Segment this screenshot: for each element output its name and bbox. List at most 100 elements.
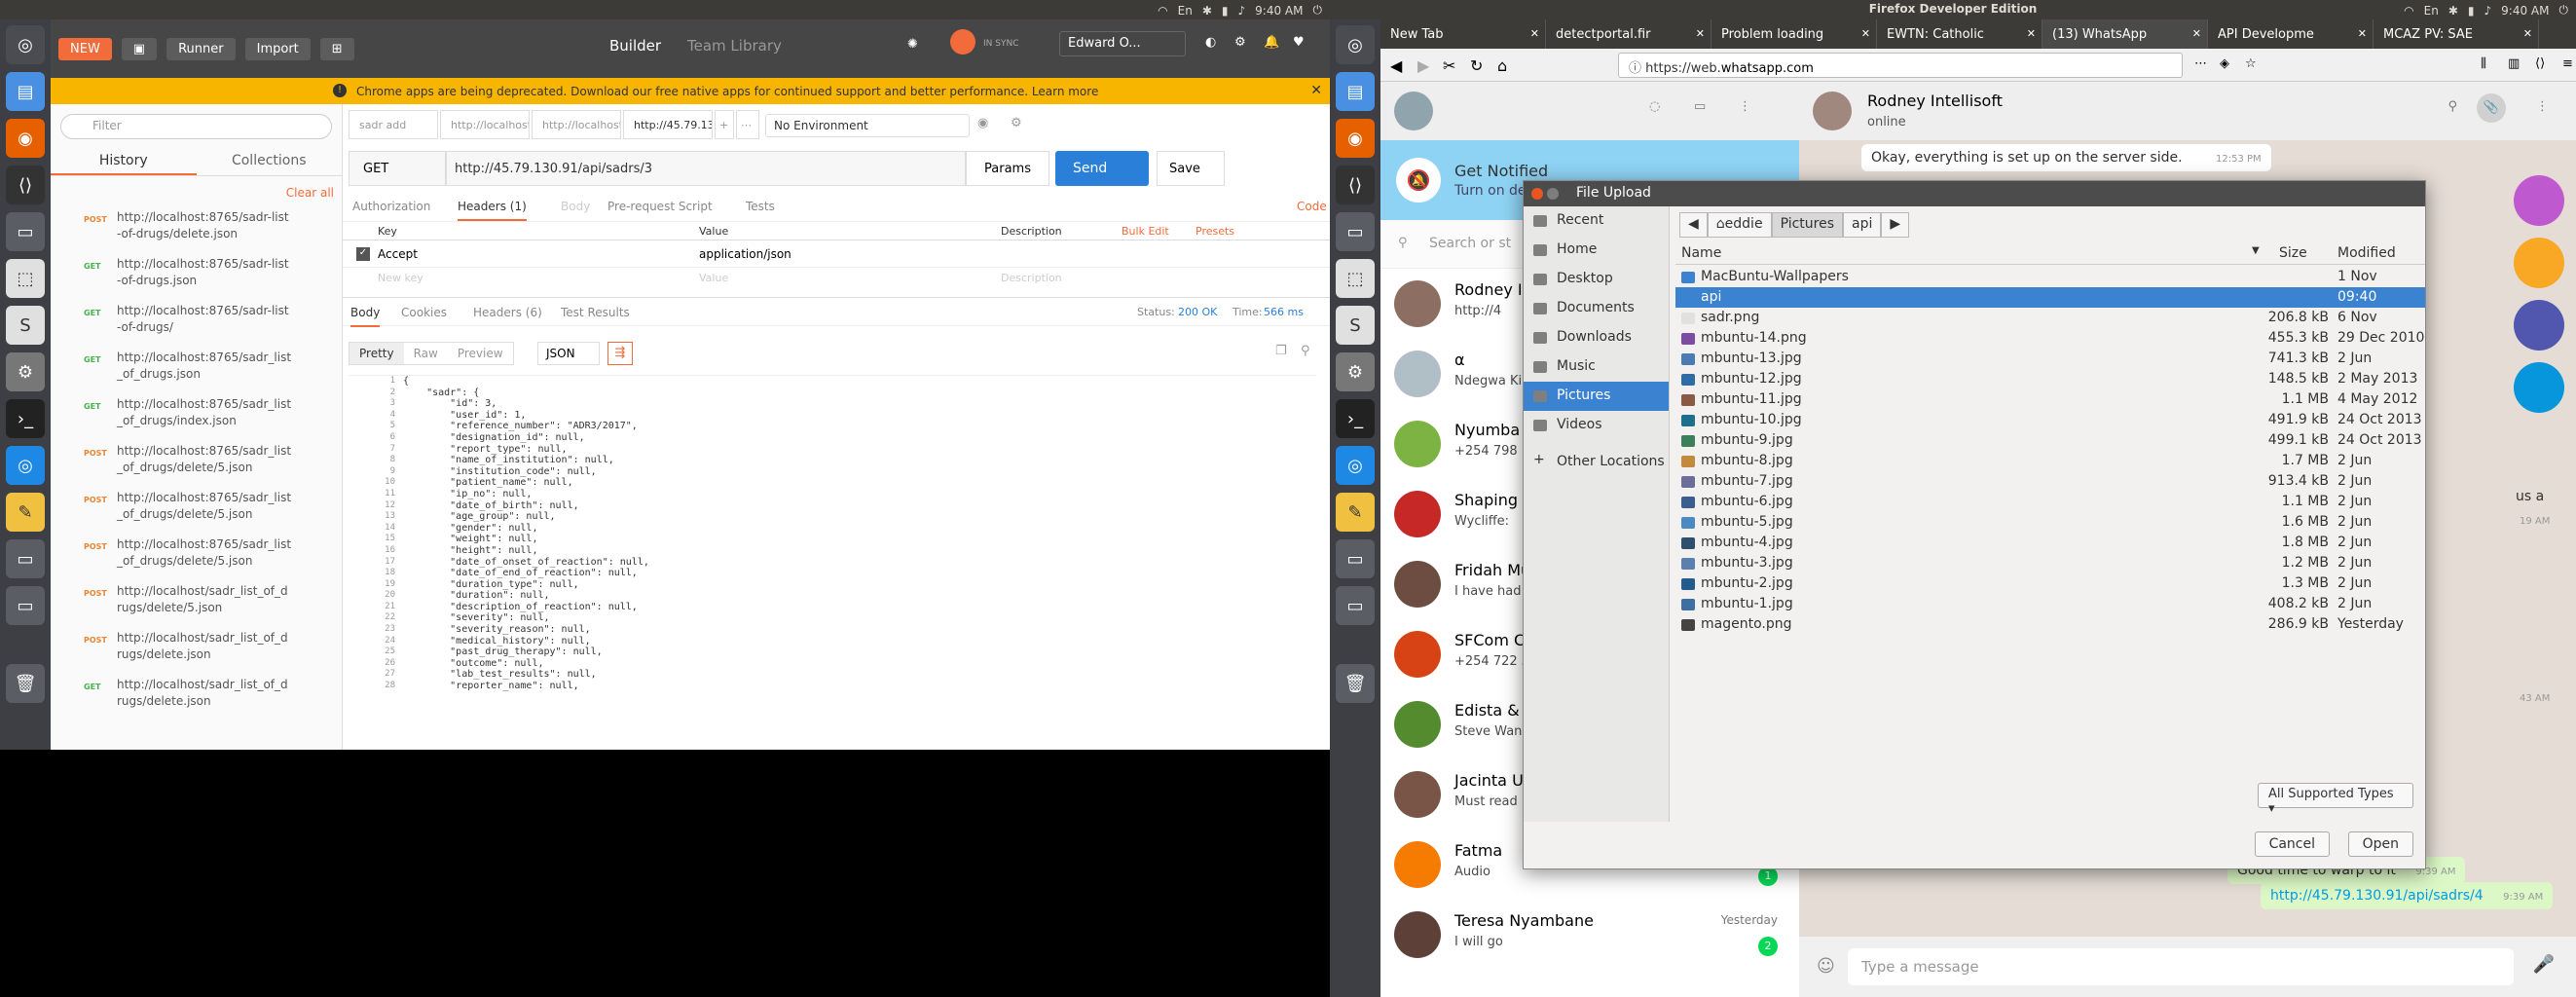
file-row[interactable]: mbuntu-13.jpg 741.3 kB 2 Jun — [1675, 349, 2425, 369]
page-actions-icon[interactable]: ⋯ — [2194, 56, 2207, 71]
drive-icon-2[interactable]: ▭ — [6, 539, 45, 578]
tools-icon[interactable]: ✂ — [1443, 56, 1455, 75]
power-icon[interactable]: ⏻ — [1313, 3, 1323, 18]
breadcrumb-forward-icon[interactable]: ▶ — [1881, 212, 1910, 238]
import-button[interactable]: Import — [244, 37, 311, 60]
browser-tab[interactable]: EWTN: Catholic ✕ — [1877, 19, 2042, 49]
message-input[interactable]: Type a message — [1848, 948, 2514, 985]
browser-tab[interactable]: MCAZ PV: SAE ✕ — [2374, 19, 2539, 49]
breadcrumb-pictures[interactable]: Pictures — [1771, 212, 1844, 238]
place-item[interactable]: Desktop — [1524, 265, 1669, 294]
menu-icon[interactable]: ⋮ — [1739, 99, 1751, 114]
file-row[interactable]: mbuntu-2.jpg 1.3 MB 2 Jun — [1675, 573, 2425, 594]
new-description-input[interactable]: Description — [1001, 272, 1062, 284]
contact-icon[interactable] — [2514, 362, 2564, 413]
history-item[interactable]: POST http://localhost/sadr_list_of_drugs/… — [51, 626, 342, 673]
close-icon[interactable]: ✕ — [2192, 27, 2201, 40]
files-icon[interactable]: ▤ — [6, 72, 45, 111]
new-chat-icon[interactable]: ▭ — [1694, 99, 1706, 114]
params-button[interactable]: Params — [966, 151, 1049, 186]
gallery-icon[interactable] — [2514, 175, 2564, 226]
address-bar[interactable]: ⓘ https://web.whatsapp.com — [1618, 53, 2183, 78]
notes-icon[interactable]: ✎ — [1336, 493, 1375, 532]
notif-link[interactable]: Turn on des — [1454, 183, 1533, 199]
bookmark-icon[interactable]: ☆ — [2245, 56, 2257, 71]
firefox-icon[interactable]: ◉ — [6, 119, 45, 158]
files-icon[interactable]: ▤ — [1336, 72, 1375, 111]
attach-icon[interactable]: 📎 — [2477, 93, 2506, 123]
send-button[interactable]: Send — [1055, 151, 1149, 186]
bluetooth-icon[interactable]: ✱ — [2448, 4, 2458, 18]
pretty-button[interactable]: Pretty — [350, 343, 404, 364]
sync-icon[interactable] — [950, 29, 975, 55]
settings-icon[interactable]: ⚙ — [1234, 35, 1246, 50]
filter-input[interactable]: Filter — [60, 114, 332, 139]
home-icon[interactable]: ⌂ — [1497, 56, 1507, 75]
request-tab[interactable]: http://localhost:8765/ — [532, 110, 621, 139]
place-item[interactable]: Recent — [1524, 206, 1669, 236]
file-row[interactable]: mbuntu-12.jpg 148.5 kB 2 May 2013 — [1675, 369, 2425, 389]
breadcrumb-back-icon[interactable]: ◀ — [1679, 212, 1708, 238]
close-icon[interactable]: ✕ — [1861, 27, 1870, 40]
file-row[interactable]: MacBuntu-Wallpapers 1 Nov — [1675, 267, 2425, 287]
drive-icon[interactable]: ▭ — [6, 212, 45, 251]
chrome-icon[interactable]: ◎ — [1336, 446, 1375, 485]
code-editor-icon[interactable]: ⟨⟩ — [6, 166, 45, 204]
raw-button[interactable]: Raw — [404, 343, 448, 364]
tab-authorization[interactable]: Authorization — [352, 200, 430, 213]
url-input[interactable]: http://45.79.130.91/api/sadrs/3 — [446, 151, 966, 186]
file-type-filter[interactable]: All Supported Types ▾ — [2258, 783, 2413, 816]
browser-tab[interactable]: Problem loading ✕ — [1711, 19, 1877, 49]
preview-button[interactable]: Preview — [448, 343, 513, 364]
tab-history[interactable]: History — [51, 149, 197, 175]
breadcrumb-api[interactable]: api — [1843, 212, 1882, 238]
method-select[interactable]: GET — [349, 151, 446, 186]
history-item[interactable]: GET http://localhost:8765/sadr_list_of_dr… — [51, 346, 342, 392]
terminal-icon[interactable]: ›_ — [1336, 399, 1375, 438]
col-size[interactable]: Size — [2279, 245, 2307, 261]
satellite-icon[interactable]: ✺ — [907, 37, 918, 52]
wrap-icon[interactable]: ⇶ — [607, 342, 633, 365]
pocket-icon[interactable]: ◈ — [2220, 56, 2229, 71]
eye-icon[interactable]: ◉ — [977, 116, 988, 130]
tab-body[interactable]: Body — [561, 200, 590, 213]
bluetooth-icon[interactable]: ✱ — [1202, 4, 1212, 18]
header-key[interactable]: Accept — [378, 247, 418, 261]
settings-icon[interactable]: ⚙ — [1336, 352, 1375, 391]
settings-icon[interactable]: ⚙ — [6, 352, 45, 391]
trash-icon[interactable]: 🗑 — [6, 664, 45, 703]
battery-icon[interactable]: ▮ — [1222, 4, 1229, 18]
file-row[interactable]: mbuntu-6.jpg 1.1 MB 2 Jun — [1675, 492, 2425, 512]
wifi-icon[interactable]: ◠ — [2404, 4, 2413, 18]
history-item[interactable]: POST http://localhost:8765/sadr_list_of_d… — [51, 533, 342, 579]
interceptor-icon[interactable]: ◐ — [1205, 35, 1216, 50]
place-item[interactable]: Videos — [1524, 411, 1669, 440]
save-button[interactable]: Save — [1157, 151, 1225, 186]
builder-tab[interactable]: Builder — [609, 37, 661, 55]
header-value[interactable]: application/json — [699, 247, 791, 261]
history-item[interactable]: GET http://localhost:8765/sadr-list-of-dr… — [51, 252, 342, 299]
col-modified[interactable]: Modified — [2337, 245, 2396, 261]
browser-tab[interactable]: detectportal.fir ✕ — [1546, 19, 1711, 49]
resp-tab-cookies[interactable]: Cookies — [401, 306, 447, 319]
heart-icon[interactable]: ♥ — [1293, 35, 1305, 50]
close-icon[interactable]: ✕ — [2358, 27, 2367, 40]
tab-collections[interactable]: Collections — [197, 149, 343, 175]
library-icon[interactable]: ⫼ — [2481, 56, 2486, 71]
chrome-icon[interactable]: ◎ — [6, 446, 45, 485]
clock[interactable]: 9:40 AM — [2501, 4, 2549, 18]
emoji-icon[interactable]: ☺ — [1817, 956, 1835, 977]
drive-icon-3[interactable]: ▭ — [1336, 586, 1375, 625]
add-tab-icon[interactable]: + — [715, 110, 734, 139]
new-button[interactable]: NEW — [58, 37, 112, 60]
store-icon[interactable]: ⬚ — [6, 259, 45, 298]
drive-icon-3[interactable]: ▭ — [6, 586, 45, 625]
place-item[interactable]: Downloads — [1524, 323, 1669, 352]
power-icon[interactable]: ⏻ — [2559, 3, 2569, 18]
document-icon[interactable] — [2514, 300, 2564, 351]
firefox-icon[interactable]: ◉ — [1336, 119, 1375, 158]
request-tab-active[interactable]: http://45.79.130.91/ap — [623, 110, 713, 139]
runner-button[interactable]: Runner — [166, 37, 236, 60]
place-item[interactable]: Pictures — [1524, 382, 1669, 411]
ubuntu-icon[interactable]: ◎ — [1336, 25, 1375, 64]
